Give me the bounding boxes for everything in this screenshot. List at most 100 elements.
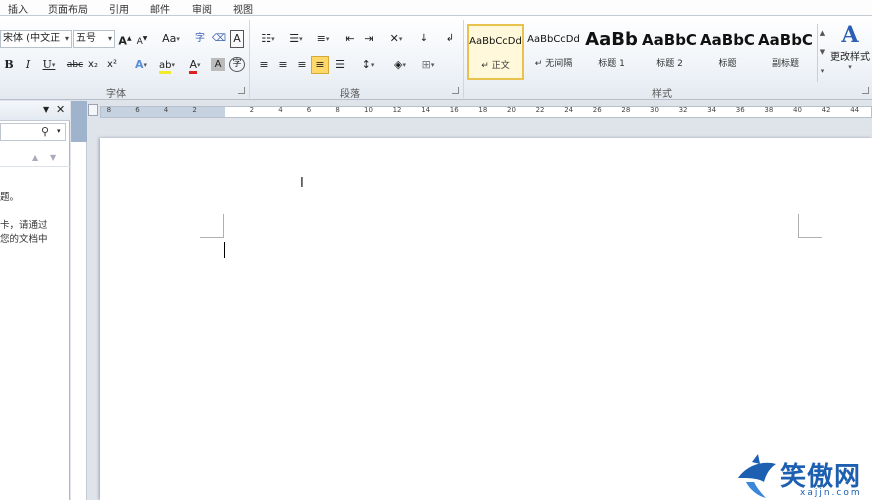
tab-review[interactable]: 审阅	[192, 1, 212, 16]
chevron-down-icon: ▾	[848, 63, 852, 71]
ruler-number: 2	[192, 106, 197, 114]
font-name-combo[interactable]: 宋体 (中文正 ▾	[0, 30, 72, 48]
ruler-number: 34	[707, 106, 717, 114]
bold-button[interactable]: B	[2, 56, 16, 74]
nav-search-input[interactable]: ⚲ ▾	[0, 123, 66, 141]
style-sample: AaBb	[585, 29, 638, 50]
style-heading-2[interactable]: AaBbC 标题 2	[641, 24, 698, 80]
increase-indent-button[interactable]: ⇥	[361, 30, 377, 48]
char-border-icon: A	[233, 32, 241, 45]
chevron-down-icon[interactable]: ▾	[65, 31, 69, 47]
highlight-button[interactable]: ab▾	[155, 56, 179, 74]
ribbon: 宋体 (中文正 ▾ 五号 ▾ A▲ A▼ Aa▾ 字 ⌫ A B I U▾ ab…	[0, 16, 872, 100]
superscript-button[interactable]: x²	[105, 56, 119, 74]
next-icon[interactable]: ▼	[50, 153, 56, 162]
change-case-button[interactable]: Aa▾	[160, 30, 182, 48]
strikethrough-button[interactable]: abc	[66, 56, 84, 74]
numbering-button[interactable]: ☰▾	[284, 30, 308, 48]
font-color-button[interactable]: A▾	[183, 56, 207, 74]
tab-page-layout[interactable]: 页面布局	[48, 1, 88, 16]
borders-button[interactable]: ⊞▾	[416, 56, 440, 74]
text-caret	[224, 242, 225, 258]
document-page[interactable]: I	[100, 138, 872, 500]
grow-font-button[interactable]: A▲	[118, 30, 132, 48]
ruler-number: 8	[335, 106, 340, 114]
align-center-button[interactable]: ≡	[275, 56, 291, 74]
decrease-indent-button[interactable]: ⇤	[342, 30, 358, 48]
style-subtitle[interactable]: AaBbC 副标题	[757, 24, 814, 80]
style-name: ↵ 正文	[481, 61, 510, 71]
align-right-icon: ≡	[297, 58, 307, 71]
align-left-button[interactable]: ≡	[256, 56, 272, 74]
change-styles-button[interactable]: A 更改样式 ▾	[828, 22, 872, 71]
char-border-button[interactable]: A	[230, 30, 244, 48]
chevron-down-icon[interactable]: ▾	[108, 31, 112, 47]
shrink-font-button[interactable]: A▼	[135, 30, 149, 48]
gallery-more-icon[interactable]: ▾	[818, 62, 827, 81]
italic-button[interactable]: I	[21, 56, 35, 74]
ribbon-tab-bar: 插入 页面布局 引用 邮件 审阅 视图	[0, 0, 872, 16]
navigation-pane: ▼ ✕ ⚲ ▾ ▲ ▼ 题。 卡，请通过 您的文档中	[0, 101, 70, 500]
phonetic-guide-icon: 字	[195, 33, 205, 44]
style-name: 副标题	[771, 59, 799, 69]
text-effects-button[interactable]: A▾	[130, 56, 152, 74]
font-size-combo[interactable]: 五号 ▾	[73, 30, 115, 48]
previous-icon[interactable]: ▲	[32, 153, 38, 162]
underline-icon: U	[42, 58, 52, 71]
char-shading-button[interactable]: A	[211, 58, 225, 71]
line-spacing-icon: ↕	[361, 58, 371, 71]
styles-dialog-launcher-icon[interactable]	[862, 87, 869, 94]
pane-options-icon[interactable]: ▼	[43, 105, 49, 114]
distributed-button[interactable]: ☰	[332, 56, 348, 74]
font-dialog-launcher-icon[interactable]	[238, 87, 245, 94]
align-right-button[interactable]: ≡	[294, 56, 310, 74]
char-shading-icon: A	[214, 59, 222, 70]
ruler-number: 24	[564, 106, 574, 114]
group-divider	[463, 20, 464, 98]
enclose-char-button[interactable]: 字	[229, 57, 245, 72]
subscript-button[interactable]: x₂	[86, 56, 100, 74]
underline-button[interactable]: U▾	[39, 56, 59, 74]
justify-button[interactable]: ≡	[311, 56, 329, 74]
tab-references[interactable]: 引用	[109, 1, 129, 16]
close-icon[interactable]: ✕	[56, 103, 65, 116]
search-icon[interactable]: ⚲	[41, 125, 49, 138]
vertical-ruler[interactable]	[71, 142, 87, 500]
ruler-number: 18	[478, 106, 488, 114]
multilevel-list-button[interactable]: ≡▾	[311, 30, 335, 48]
style-sample: AaBbC	[642, 31, 697, 49]
style-title[interactable]: AaBbC 标题	[699, 24, 756, 80]
tab-mailings[interactable]: 邮件	[150, 1, 170, 16]
phonetic-guide-button[interactable]: 字	[192, 30, 208, 48]
paragraph-dialog-launcher-icon[interactable]	[452, 87, 459, 94]
bold-icon: B	[4, 58, 14, 71]
style-no-spacing[interactable]: AaBbCcDd ↵ 无间隔	[525, 24, 582, 80]
ruler-number: 32	[678, 106, 688, 114]
chevron-down-icon[interactable]: ▾	[57, 127, 61, 135]
style-normal[interactable]: AaBbCcDd ↵ 正文	[467, 24, 524, 80]
chevron-up-icon[interactable]: ▲	[818, 24, 827, 43]
italic-icon: I	[25, 58, 31, 71]
grow-font-icon: A	[118, 34, 127, 48]
tab-view[interactable]: 视图	[233, 1, 253, 16]
chinese-layout-button[interactable]: ✕▾	[384, 30, 408, 48]
styles-gallery: AaBbCcDd ↵ 正文 AaBbCcDd ↵ 无间隔 AaBb 标题 1 A…	[467, 22, 817, 82]
change-styles-icon: A	[841, 22, 859, 48]
bullets-button[interactable]: ☷▾	[256, 30, 280, 48]
chevron-down-icon[interactable]: ▼	[818, 43, 827, 62]
clear-format-button[interactable]: ⌫	[211, 30, 227, 48]
style-heading-1[interactable]: AaBb 标题 1	[583, 24, 640, 80]
shading-button[interactable]: ◈▾	[387, 56, 413, 74]
multilevel-list-icon: ≡	[316, 32, 326, 45]
style-sample: AaBbCcDd	[527, 34, 580, 45]
group-divider	[249, 20, 250, 98]
show-marks-button[interactable]: ↲	[442, 30, 458, 48]
font-size-value: 五号	[76, 33, 96, 44]
horizontal-ruler[interactable]: 8 6 4 2 2 4 6 8 10 12 14 16 18 20 22 24 26 28 30 32 34 36 38 40…	[100, 106, 872, 118]
tab-selector[interactable]	[88, 104, 98, 116]
line-spacing-button[interactable]: ↕▾	[356, 56, 380, 74]
tab-insert[interactable]: 插入	[8, 1, 28, 16]
align-left-icon: ≡	[259, 58, 269, 71]
sort-button[interactable]: ↓	[416, 30, 432, 48]
site-watermark: 笑傲网 xajjn.com	[736, 452, 872, 500]
